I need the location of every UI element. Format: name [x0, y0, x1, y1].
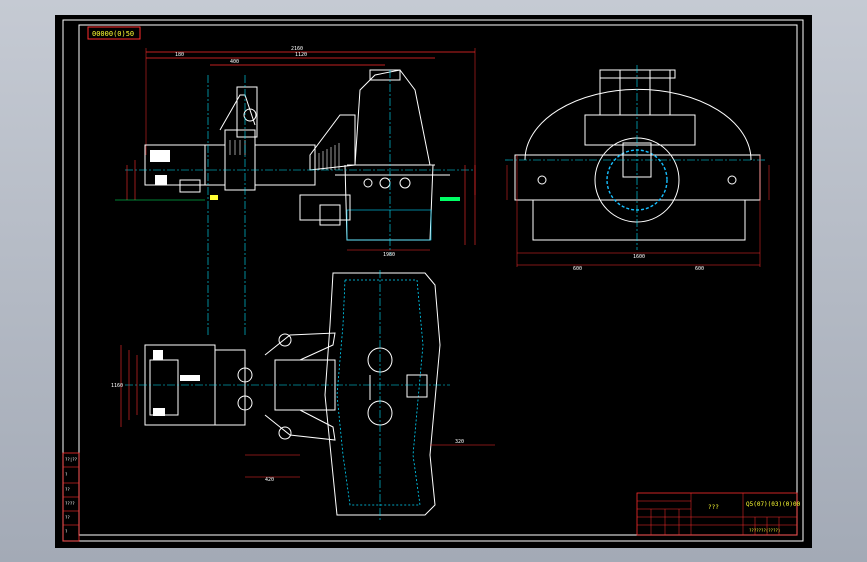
plan-dim-right: 320 — [455, 439, 464, 445]
front-dim-upper: 1120 — [295, 52, 307, 58]
title-block-subtitle: ???????(????) — [749, 528, 780, 533]
side-dim-right: 600 — [695, 266, 704, 272]
front-view: 2160 1120 180 400 1980 — [115, 46, 476, 335]
drawing-sheet: 00000(0)50 2160 1120 180 400 1980 1600 6… — [55, 15, 812, 548]
plan-view: 1160 420 320 — [111, 270, 495, 520]
side-dim-overall: 1600 — [633, 254, 645, 260]
code-tag-text: 00000(0)50 — [92, 30, 134, 38]
plan-dim-bottom: 420 — [265, 477, 274, 483]
side-table-cell-4: ???? — [65, 501, 75, 506]
side-table-cell-2: ? — [65, 472, 68, 477]
side-table-cell-3: ?? — [65, 487, 70, 492]
side-dim-left: 600 — [573, 266, 582, 272]
front-dim-small-b: 400 — [230, 59, 239, 65]
side-table-cell-5: ?? — [65, 515, 70, 520]
title-block: ??? Q5(07)(03)(0)00 ???????(????) — [636, 492, 801, 536]
title-block-title: ??? — [708, 504, 719, 511]
side-table-cell-6: ? — [65, 529, 68, 534]
code-tag: 00000(0)50 — [87, 26, 141, 40]
inner-border — [78, 24, 798, 536]
side-view: 1600 600 600 — [505, 65, 770, 272]
left-side-table: ??|?? ? ?? ???? ?? ? — [62, 452, 80, 542]
front-dim-right: 1980 — [383, 252, 395, 258]
title-block-drawing-number: Q5(07)(03)(0)00 — [746, 501, 801, 508]
side-table-cell-1: ??|?? — [65, 457, 78, 462]
cad-drawing-canvas: 00000(0)50 2160 1120 180 400 1980 1600 6… — [62, 19, 804, 542]
front-dim-small-a: 180 — [175, 52, 184, 58]
plan-dim-left: 1160 — [111, 383, 123, 389]
